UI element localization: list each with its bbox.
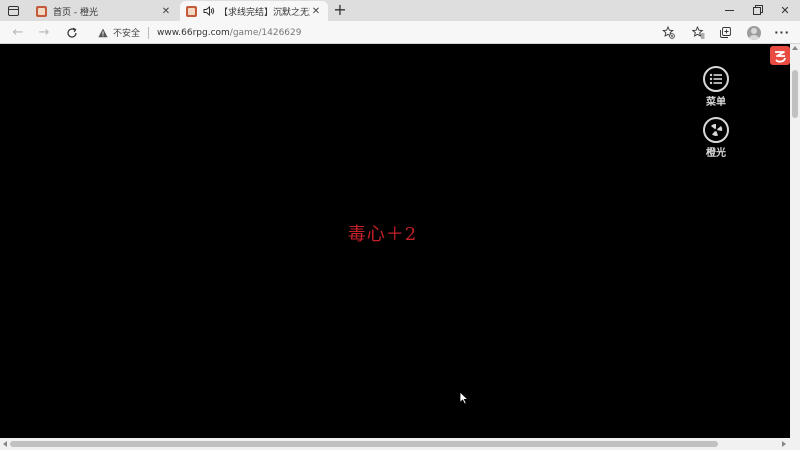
scroll-left-arrow-icon[interactable]: [3, 441, 7, 447]
tab-actions-button[interactable]: [5, 3, 21, 18]
browser-toolbar: ← → 不安全 www.66rpg.com/game/1426629 ···: [0, 21, 800, 44]
tab-close-button[interactable]: ✕: [310, 6, 322, 17]
url-path: /game/1426629: [229, 27, 302, 38]
reload-button[interactable]: [62, 23, 82, 42]
game-favicon-icon: [186, 5, 197, 17]
collections-icon: [719, 27, 731, 38]
game-menu-button[interactable]: 菜单: [698, 66, 734, 108]
favorites-button[interactable]: [689, 24, 707, 41]
tab-actions-icon: [7, 5, 19, 16]
tab-home[interactable]: 首页 - 橙光 ✕: [30, 1, 178, 21]
game-message: 毒心＋2: [347, 224, 418, 245]
minimize-icon: [724, 10, 734, 11]
horizontal-scroll-thumb[interactable]: [10, 441, 718, 447]
address-bar[interactable]: 不安全 www.66rpg.com/game/1426629: [90, 23, 686, 42]
restore-icon: [753, 6, 761, 15]
minimize-button[interactable]: [715, 0, 743, 21]
horizontal-scrollbar[interactable]: [0, 438, 800, 450]
window-close-button[interactable]: ✕: [771, 0, 799, 21]
avatar-icon: [747, 25, 761, 40]
add-favorite-button[interactable]: [659, 24, 677, 41]
url-text[interactable]: www.66rpg.com/game/1426629: [157, 28, 301, 38]
tab-strip: 首页 - 橙光 ✕ 【求线完结】沉默之无双 ✕ + ✕: [0, 0, 800, 21]
tab-close-button[interactable]: ✕: [160, 6, 172, 17]
game-menu-label: 菜单: [706, 97, 726, 108]
vertical-scroll-thumb[interactable]: [792, 70, 798, 118]
brand-logo-icon: [775, 50, 786, 63]
warning-icon[interactable]: [98, 28, 108, 38]
profile-button[interactable]: [745, 24, 763, 41]
orange-light-swirl-icon: [703, 117, 729, 143]
speaker-icon[interactable]: [203, 5, 215, 17]
mouse-cursor-icon: [459, 391, 469, 405]
collections-button[interactable]: [716, 24, 734, 41]
forward-button[interactable]: →: [34, 23, 54, 42]
restore-button[interactable]: [743, 0, 771, 21]
vertical-scrollbar[interactable]: [790, 44, 800, 438]
star-plus-icon: [661, 26, 675, 39]
address-separator: [148, 26, 150, 39]
scroll-up-arrow-icon[interactable]: [792, 46, 798, 50]
orange-light-logo[interactable]: [770, 46, 790, 65]
reload-icon: [67, 27, 77, 38]
scroll-right-arrow-icon[interactable]: [782, 441, 786, 447]
orange-light-label: 橙光: [706, 148, 726, 159]
orange-light-favicon-icon: [36, 5, 47, 17]
tab-title: 首页 - 橙光: [53, 7, 98, 18]
orange-light-button[interactable]: 橙光: [698, 117, 734, 159]
new-tab-button[interactable]: +: [331, 1, 349, 19]
game-canvas[interactable]: 毒心＋2 菜单 橙光: [0, 44, 790, 438]
url-host: www.66rpg.com: [157, 27, 230, 38]
back-button[interactable]: ←: [8, 23, 28, 42]
tab-game[interactable]: 【求线完结】沉默之无双 ✕: [180, 1, 328, 21]
insecure-label[interactable]: 不安全: [113, 26, 140, 39]
tab-title: 【求线完结】沉默之无双: [219, 7, 310, 18]
menu-list-icon: [703, 66, 729, 92]
favorites-star-icon: [691, 26, 704, 39]
settings-more-button[interactable]: ···: [773, 24, 791, 41]
